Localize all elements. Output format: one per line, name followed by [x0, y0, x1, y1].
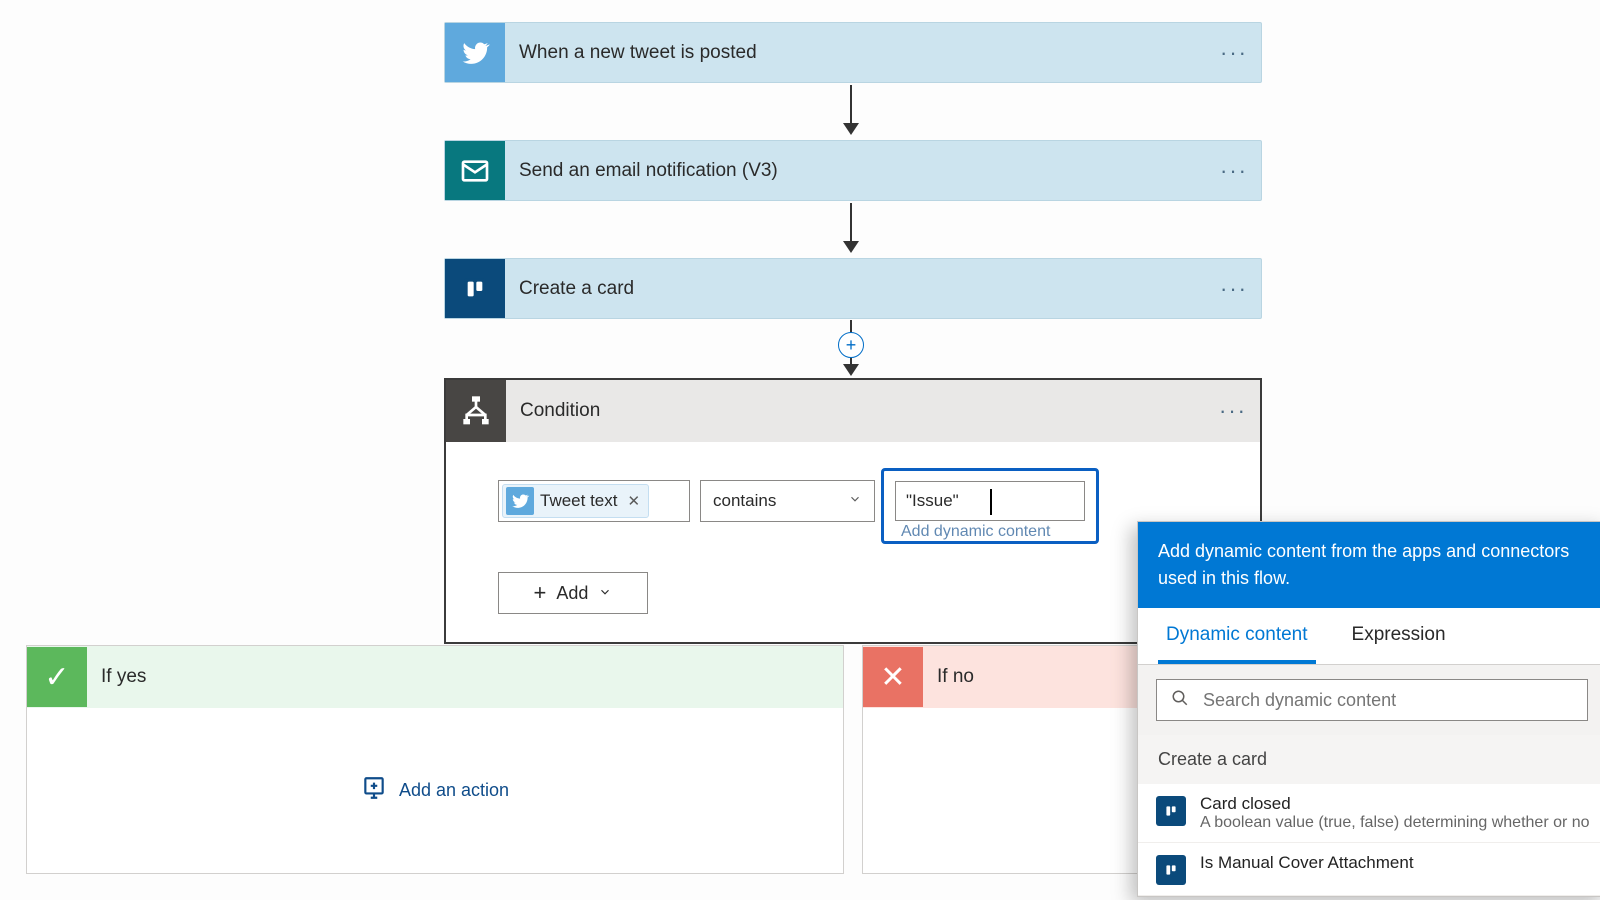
- mail-icon: [445, 141, 505, 200]
- chevron-down-icon: [598, 583, 612, 604]
- plus-icon: +: [534, 580, 547, 606]
- dynamic-item-title: Is Manual Cover Attachment: [1200, 853, 1414, 873]
- dynamic-content-panel: Add dynamic content from the apps and co…: [1137, 521, 1600, 897]
- trello-icon: [445, 259, 505, 318]
- add-dynamic-content-link[interactable]: Add dynamic content: [895, 521, 1085, 541]
- operator-value: contains: [713, 491, 776, 511]
- twitter-icon: [506, 487, 534, 515]
- dynamic-item-desc: A boolean value (true, false) determinin…: [1200, 814, 1590, 832]
- card-menu-button[interactable]: ···: [1207, 276, 1261, 302]
- condition-add-button[interactable]: + Add: [498, 572, 648, 614]
- chevron-down-icon: [848, 491, 862, 511]
- check-icon: ✓: [27, 647, 87, 707]
- trello-icon: [1156, 855, 1186, 885]
- trello-icon: [1156, 796, 1186, 826]
- flow-canvas: When a new tweet is posted ··· Send an e…: [0, 0, 1600, 900]
- dynamic-item-manual-cover[interactable]: Is Manual Cover Attachment: [1138, 843, 1600, 896]
- action-email-title: Send an email notification (V3): [505, 160, 1207, 182]
- branch-yes-header[interactable]: ✓ If yes: [27, 646, 843, 708]
- branch-if-yes: ✓ If yes Add an action: [26, 645, 844, 874]
- dynamic-item-card-closed[interactable]: Card closed A boolean value (true, false…: [1138, 784, 1600, 843]
- branch-yes-title: If yes: [87, 666, 146, 688]
- condition-title: Condition: [506, 400, 1206, 422]
- condition-left-field[interactable]: Tweet text ✕: [498, 480, 690, 522]
- search-input[interactable]: [1203, 690, 1573, 711]
- connector-arrow: [850, 85, 852, 135]
- token-remove-button[interactable]: ✕: [627, 492, 640, 510]
- add-action-icon: [361, 775, 387, 806]
- action-trello-title: Create a card: [505, 278, 1207, 300]
- action-email-card[interactable]: Send an email notification (V3) ···: [444, 140, 1262, 201]
- token-label: Tweet text: [540, 491, 617, 511]
- condition-icon: [446, 380, 506, 442]
- condition-header[interactable]: Condition ···: [446, 380, 1260, 442]
- trigger-twitter-card[interactable]: When a new tweet is posted ···: [444, 22, 1262, 83]
- dynamic-token-tweet-text[interactable]: Tweet text ✕: [502, 484, 649, 518]
- search-box[interactable]: [1156, 679, 1588, 721]
- card-menu-button[interactable]: ···: [1207, 40, 1261, 66]
- card-menu-button[interactable]: ···: [1207, 158, 1261, 184]
- twitter-icon: [445, 23, 505, 82]
- card-menu-button[interactable]: ···: [1206, 398, 1260, 424]
- connector-arrow: [850, 203, 852, 253]
- dynamic-section-header: Create a card: [1138, 735, 1600, 784]
- search-icon: [1171, 689, 1189, 712]
- tab-expression[interactable]: Expression: [1344, 608, 1454, 664]
- trigger-title: When a new tweet is posted: [505, 42, 1207, 64]
- condition-operator-dropdown[interactable]: contains: [700, 480, 875, 522]
- tab-dynamic-content[interactable]: Dynamic content: [1158, 608, 1316, 664]
- add-action-label: Add an action: [399, 780, 509, 801]
- close-icon: ✕: [863, 647, 923, 707]
- branch-no-title: If no: [923, 666, 974, 688]
- condition-value-highlight: Add dynamic content: [881, 468, 1099, 544]
- text-cursor-icon: [990, 489, 992, 515]
- dynamic-content-header: Add dynamic content from the apps and co…: [1138, 522, 1600, 608]
- action-trello-card[interactable]: Create a card ···: [444, 258, 1262, 319]
- dynamic-item-title: Card closed: [1200, 794, 1590, 814]
- insert-step-button[interactable]: +: [838, 332, 864, 358]
- add-action-button[interactable]: Add an action: [27, 708, 843, 873]
- add-label: Add: [556, 583, 588, 604]
